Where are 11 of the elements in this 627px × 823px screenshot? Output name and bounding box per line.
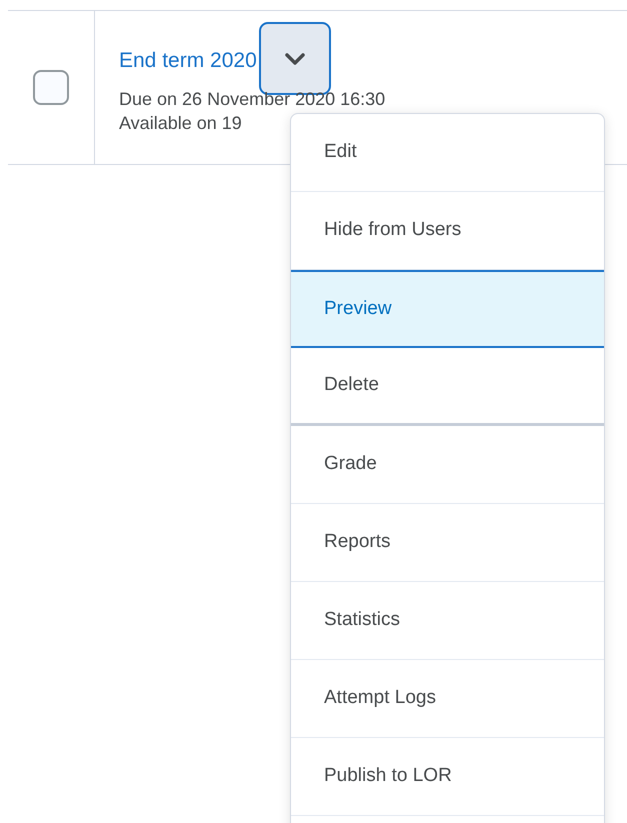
menu-item[interactable]: Grade <box>291 426 604 504</box>
item-title-link[interactable]: End term 2020 <box>119 43 257 76</box>
menu-item[interactable]: Edit <box>291 114 604 192</box>
date-text: Available on 19 <box>119 112 243 135</box>
menu-item[interactable]: Preview <box>291 270 604 348</box>
menu-item[interactable]: Publish to LOR <box>291 738 604 816</box>
menu-item[interactable]: Reports <box>291 504 604 582</box>
menu-item[interactable]: Attempt Logs <box>291 660 604 738</box>
menu-item[interactable]: Delete <box>291 348 604 426</box>
menu-item[interactable]: Statistics <box>291 582 604 660</box>
date-text: Due on 26 November 2020 16:30 <box>119 88 386 111</box>
